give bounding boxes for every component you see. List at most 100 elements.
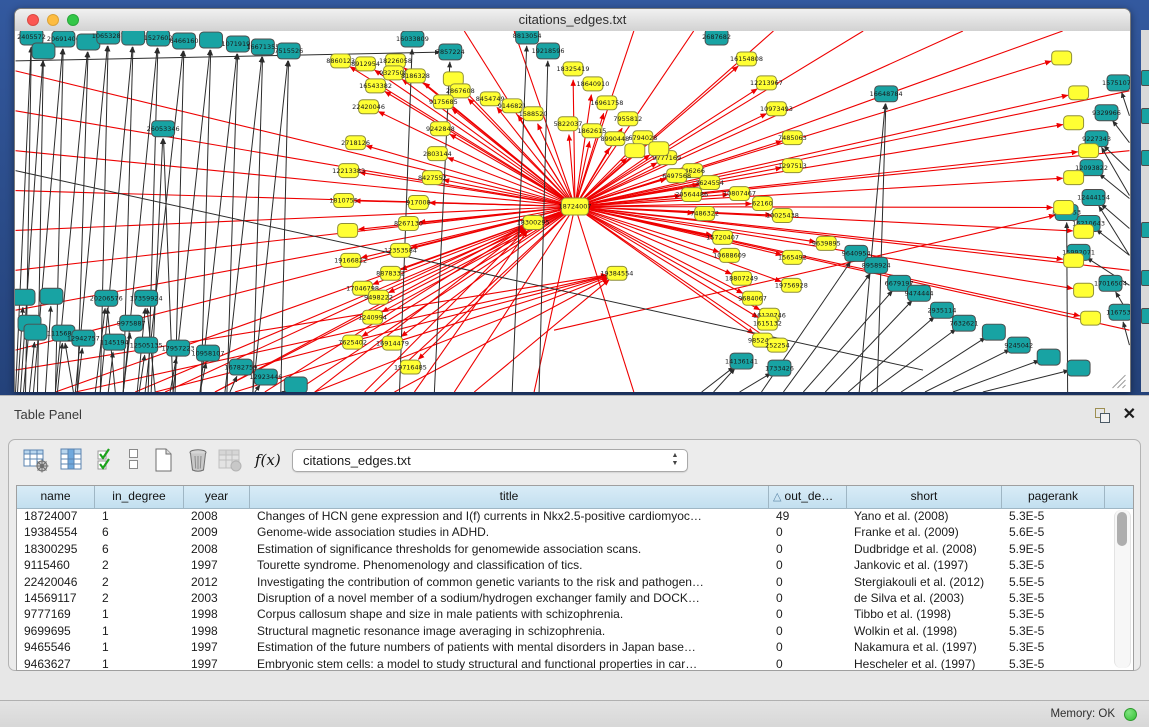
table-cell[interactable]: 5.5E-5	[1002, 574, 1105, 590]
table-cell[interactable]: 5.3E-5	[1002, 606, 1105, 622]
network-node[interactable]: 18640910	[576, 77, 609, 91]
network-node[interactable]: 19716485	[394, 360, 427, 374]
memory-status-indicator[interactable]	[1124, 708, 1137, 721]
table-cell[interactable]: Estimation of significance thresholds fo…	[250, 541, 769, 557]
table-cell[interactable]: 5.6E-5	[1002, 524, 1105, 540]
table-settings-icon[interactable]	[23, 447, 49, 473]
network-node[interactable]	[40, 288, 63, 304]
network-node[interactable]: 17957223	[162, 340, 195, 356]
network-node[interactable]: 12213967	[750, 76, 783, 90]
table-cell[interactable]: Investigating the contribution of common…	[250, 574, 769, 590]
table-cell[interactable]: 9463627	[17, 656, 95, 671]
column-header-pagerank[interactable]: pagerank	[1002, 486, 1105, 508]
table-cell[interactable]: 9777169	[17, 606, 95, 622]
table-cell[interactable]: de Silva et al. (2003)	[847, 590, 1002, 606]
network-node[interactable]: 2935114	[928, 302, 957, 318]
network-node[interactable]	[1064, 116, 1084, 130]
network-node[interactable]: 1297513	[778, 159, 807, 173]
table-cell[interactable]: Franke et al. (2009)	[847, 524, 1002, 540]
deselect-rows-icon[interactable]	[121, 447, 147, 473]
network-node[interactable]: 17359924	[130, 290, 163, 306]
table-cell[interactable]: Hescheler et al. (1997)	[847, 656, 1002, 671]
table-cell[interactable]: 0	[769, 639, 847, 655]
table-cell[interactable]: 18724007	[17, 508, 95, 524]
network-node[interactable]: 1167534	[1106, 304, 1130, 320]
table-cell[interactable]: Tibbo et al. (1998)	[847, 606, 1002, 622]
table-cell[interactable]: 2012	[184, 574, 250, 590]
table-cell[interactable]: 1	[95, 639, 184, 655]
network-node[interactable]: 252254	[765, 338, 790, 352]
network-node[interactable]: 2803144	[423, 147, 452, 161]
network-graph[interactable]: 2405572206914061065328715276026466160107…	[15, 31, 1130, 392]
network-node[interactable]: 10688609	[713, 248, 746, 262]
column-header-name[interactable]: name	[17, 486, 95, 508]
column-settings-icon[interactable]	[59, 447, 85, 473]
network-node[interactable]: 16961758	[590, 96, 623, 110]
table-cell[interactable]: 5.9E-5	[1002, 541, 1105, 557]
function-builder-icon[interactable]: f(x)	[253, 447, 279, 473]
network-node[interactable]	[200, 32, 223, 48]
table-row[interactable]: 977716911998Corpus callosum shape and si…	[17, 606, 1105, 622]
network-node[interactable]	[982, 324, 1005, 340]
table-cell[interactable]: 6	[95, 541, 184, 557]
table-cell[interactable]: 2008	[184, 541, 250, 557]
network-node[interactable]: 22420046	[352, 100, 385, 114]
network-node[interactable]	[338, 223, 358, 237]
network-window-titlebar[interactable]: citations_edges.txt	[15, 9, 1130, 32]
table-cell[interactable]: Wolkin et al. (1998)	[847, 623, 1002, 639]
table-row[interactable]: 946362711997Embryonic stem cells: a mode…	[17, 656, 1105, 671]
network-node[interactable]: 7515526	[274, 43, 303, 59]
new-document-icon[interactable]	[151, 447, 177, 473]
table-cell[interactable]: Jankovic et al. (1997)	[847, 557, 1002, 573]
table-cell[interactable]: 5.3E-5	[1002, 590, 1105, 606]
network-canvas[interactable]: 2405572206914061065328715276026466160107…	[15, 31, 1130, 392]
select-all-icon[interactable]	[95, 447, 121, 473]
network-node[interactable]	[1069, 86, 1089, 100]
network-node[interactable]	[1081, 311, 1101, 325]
network-node[interactable]: 14136141	[725, 353, 758, 369]
network-node[interactable]	[1074, 283, 1094, 297]
network-node[interactable]: 1240994	[358, 310, 387, 324]
network-node[interactable]: 16154808	[730, 52, 763, 66]
table-cell[interactable]: Corpus callosum shape and size in male p…	[250, 606, 769, 622]
network-view-window[interactable]: citations_edges.txt 24055722069140610653…	[14, 8, 1131, 392]
table-cell[interactable]: Structural magnetic resonance image aver…	[250, 623, 769, 639]
table-cell[interactable]: 1	[95, 508, 184, 524]
resize-grip[interactable]	[1113, 375, 1126, 388]
network-node[interactable]	[1037, 349, 1060, 365]
delete-trash-icon[interactable]	[185, 447, 211, 473]
table-cell[interactable]: 1997	[184, 557, 250, 573]
network-node[interactable]: 7632621	[950, 315, 979, 331]
network-node[interactable]: 19218596	[532, 43, 565, 59]
table-cell[interactable]: 1	[95, 623, 184, 639]
network-node[interactable]	[1064, 253, 1084, 267]
network-node[interactable]: 16648784	[870, 86, 903, 102]
table-cell[interactable]: 0	[769, 574, 847, 590]
network-node[interactable]: 1145194	[100, 334, 129, 350]
network-node[interactable]: 26053346	[147, 121, 180, 137]
table-cell[interactable]: 1	[95, 606, 184, 622]
network-node[interactable]: 12505135	[130, 337, 163, 353]
network-node[interactable]	[1052, 51, 1072, 65]
table-cell[interactable]: 0	[769, 590, 847, 606]
table-cell[interactable]: 1997	[184, 656, 250, 671]
network-node[interactable]: 1733426	[765, 360, 794, 376]
column-header-outde[interactable]: △ out_de…	[769, 486, 847, 508]
table-cell[interactable]: 19384554	[17, 524, 95, 540]
network-node[interactable]: 7485063	[778, 131, 807, 145]
table-cell[interactable]: 2009	[184, 524, 250, 540]
table-cell[interactable]: 1	[95, 656, 184, 671]
network-node[interactable]: 8912954	[351, 57, 380, 71]
network-node[interactable]: 8958924	[862, 257, 891, 273]
scrollbar-thumb[interactable]	[1117, 512, 1127, 546]
network-node[interactable]: 9474444	[905, 285, 934, 301]
network-node[interactable]	[1074, 224, 1094, 238]
table-cell[interactable]: 0	[769, 623, 847, 639]
table-row[interactable]: 946554611997Estimation of the future num…	[17, 639, 1105, 655]
network-node[interactable]	[625, 144, 645, 158]
network-node[interactable]: 2687682	[702, 31, 731, 45]
table-cell[interactable]: 1998	[184, 623, 250, 639]
network-node[interactable]: 12942757	[67, 330, 100, 346]
network-node[interactable]: 20206576	[90, 290, 123, 306]
table-cell[interactable]: Tourette syndrome. Phenomenology and cla…	[250, 557, 769, 573]
